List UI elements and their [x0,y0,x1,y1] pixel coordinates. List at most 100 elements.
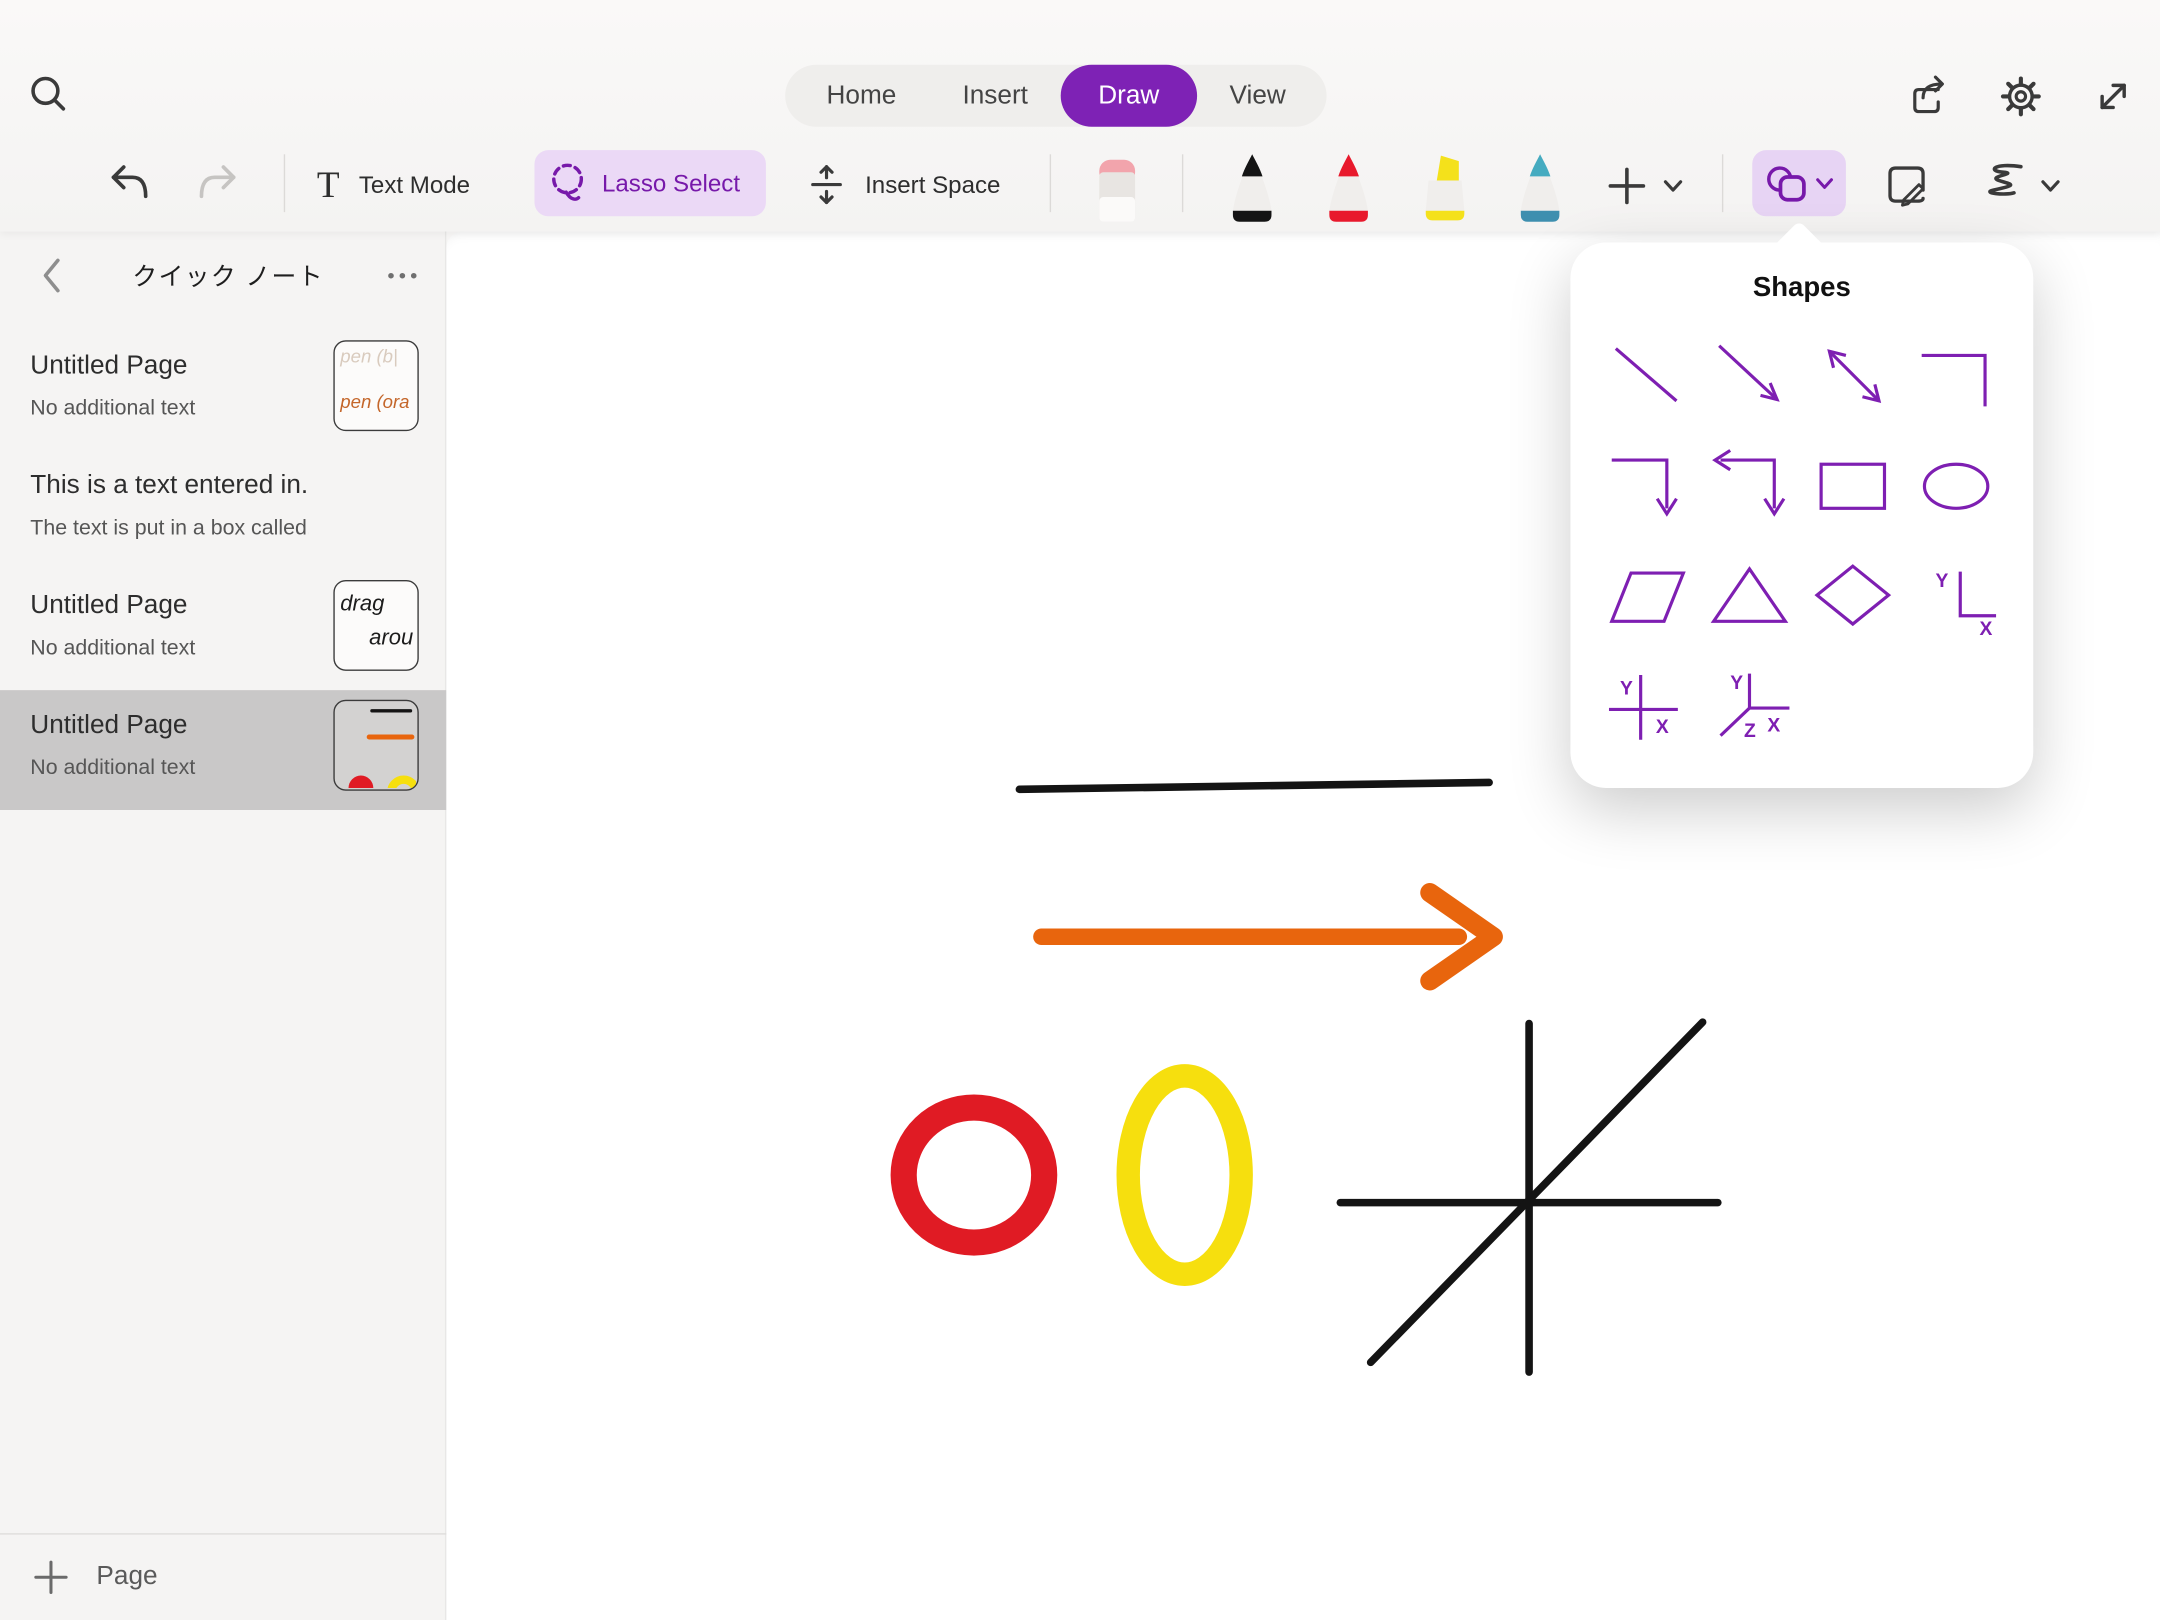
toolbar-chrome: Home Insert Draw View [0,0,2160,231]
search-button[interactable] [22,69,77,124]
undo-icon [105,161,152,208]
ink-to-shape-button[interactable] [1973,157,2034,212]
chevron-down-icon [1662,179,1683,193]
redo-button[interactable] [193,158,245,210]
elbow-double-arrow-icon [1706,448,1794,525]
shape-rectangle[interactable] [1802,431,1905,541]
fullscreen-button[interactable] [2086,69,2141,124]
pen-options-chevron[interactable] [1659,176,1687,195]
lasso-select-button[interactable]: Lasso Select [534,150,765,216]
ink-straight-line[interactable] [1019,782,1489,789]
settings-gear-icon [1996,72,2046,122]
insert-space-label: Insert Space [865,170,1000,199]
sidebar-header: クイック ノート ••• [0,231,446,319]
app-window: Home Insert Draw View [0,0,2160,1620]
ink-options-chevron[interactable] [2036,176,2064,195]
page-subtitle: No additional text [30,634,308,663]
undo-button[interactable] [102,158,154,210]
shape-axes-xy-cross[interactable]: Y X [1595,652,1698,762]
page-list-item[interactable]: Untitled PageNo additional text [0,690,446,810]
ink-red-circle[interactable] [904,1108,1045,1243]
arrow-diagonal-icon [1706,338,1794,415]
shape-parallelogram[interactable] [1595,541,1698,651]
search-icon [25,72,75,122]
shape-diamond[interactable] [1802,541,1905,651]
shape-elbow-double-arrow[interactable] [1699,431,1802,541]
chevron-down-icon [2039,179,2060,193]
more-options-button[interactable]: ••• [387,264,421,287]
shape-triangle[interactable] [1699,541,1802,651]
tab-draw[interactable]: Draw [1061,65,1196,127]
ink-cross-lines[interactable] [1340,1022,1717,1372]
yellow-highlighter-tool[interactable] [1413,146,1476,226]
shapes-button[interactable] [1752,150,1846,216]
page-title: This is a text entered in... [30,468,308,502]
tab-insert[interactable]: Insert [929,65,1061,127]
page-title: Untitled Page [30,588,308,622]
red-pen-tool[interactable] [1317,146,1380,226]
black-pen-icon [1221,147,1284,224]
back-button[interactable] [33,256,69,295]
shape-arrow-diagonal[interactable] [1699,321,1802,431]
svg-text:Y: Y [1619,678,1632,699]
page-thumbnail: pen (b|pen (ora [333,340,418,431]
teal-pen-tool[interactable] [1508,146,1571,226]
svg-text:Y: Y [1730,673,1743,694]
ink-orange-arrow[interactable] [1041,893,1493,981]
page-list-item[interactable]: Untitled PageNo additional textpen (b|pe… [0,331,446,451]
toolbar-divider [1722,154,1723,212]
lasso-select-label: Lasso Select [602,169,740,198]
redo-icon [196,161,243,208]
eraser-icon [1086,147,1149,224]
axes-xy-cross-icon: Y X [1603,668,1691,745]
plus-icon [33,1559,69,1595]
line-diagonal-icon [1603,338,1691,415]
page-list-item[interactable]: This is a text entered in... The text is … [0,450,446,570]
shape-elbow-arrow[interactable] [1595,431,1698,541]
add-pen-button[interactable] [1603,163,1650,210]
diamond-icon [1809,558,1897,635]
page-thumbnail: dragarou [333,580,418,671]
arrow-double-diagonal-icon [1809,338,1897,415]
ellipse-icon [1913,448,2001,525]
svg-text:X: X [1979,619,1992,635]
notebook-title: クイック ノート [69,258,388,294]
text-mode-icon: T [317,166,340,203]
chevron-left-icon [41,258,62,294]
page-subtitle: The text is put in a box called... [30,514,308,543]
page-sidebar: クイック ノート ••• Untitled PageNo additional … [0,231,446,1620]
text-mode-button[interactable]: T Text Mode [317,154,524,215]
black-pen-tool[interactable] [1221,146,1284,226]
note-pen-icon [1882,160,1932,210]
chevron-down-icon [1816,177,1834,189]
tab-view[interactable]: View [1196,65,1318,127]
eraser-tool[interactable] [1086,146,1149,226]
teal-pen-icon [1508,147,1571,224]
shapes-popup: Shapes [1570,242,2033,788]
svg-text:X: X [1767,715,1780,736]
shape-elbow-corner[interactable] [1905,321,2008,431]
svg-text:Y: Y [1935,571,1948,592]
settings-button[interactable] [1993,69,2048,124]
elbow-arrow-icon [1603,448,1691,525]
yellow-highlighter-icon [1413,147,1476,224]
ribbon-tab-group: Home Insert Draw View [785,65,1327,127]
triangle-icon [1706,558,1794,635]
sticky-note-button[interactable] [1879,157,1934,212]
page-subtitle: No additional text [30,394,308,423]
shape-arrow-double-diagonal[interactable] [1802,321,1905,431]
page-list-item[interactable]: Untitled Page No additional text dragarou [0,570,446,690]
parallelogram-icon [1603,558,1691,635]
shape-ellipse[interactable] [1905,431,2008,541]
shapes-popup-title: Shapes [1570,273,2033,305]
shape-axes-y-x[interactable]: Y X [1905,541,2008,651]
shape-line-diagonal[interactable] [1595,321,1698,431]
tab-home[interactable]: Home [793,65,929,127]
ink-yellow-oval[interactable] [1128,1076,1241,1274]
shape-axes-xyz[interactable]: Y X Z [1699,652,1802,762]
share-button[interactable] [1901,69,1956,124]
shapes-grid: Y X Y X Y X Z [1570,321,2033,762]
insert-space-button[interactable]: Insert Space [804,154,1038,215]
share-icon [1904,72,1954,122]
add-page-button[interactable]: Page [0,1533,446,1620]
